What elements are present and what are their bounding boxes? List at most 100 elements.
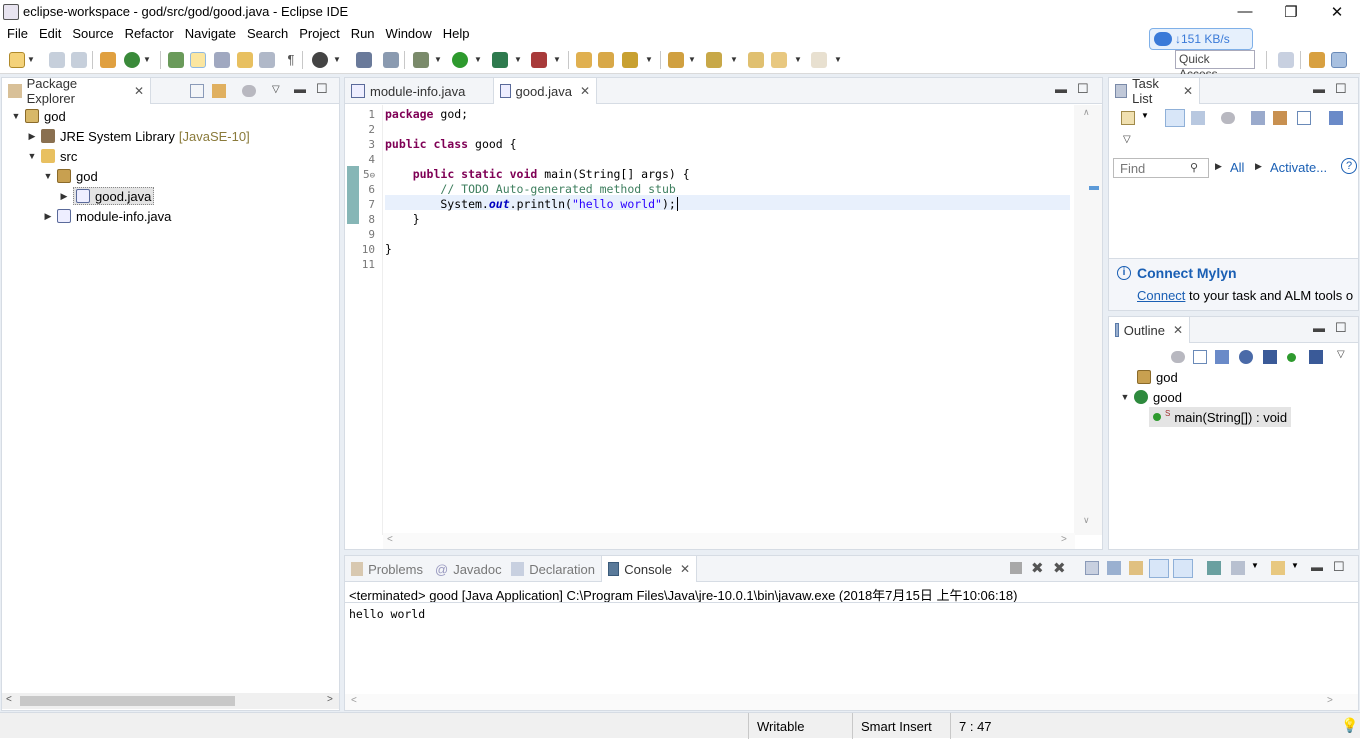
minimize-view-icon[interactable]: ▬ bbox=[1311, 560, 1323, 574]
save-all-icon[interactable] bbox=[71, 52, 87, 68]
profile-icon[interactable] bbox=[312, 52, 328, 68]
scroll-left-icon[interactable]: < bbox=[351, 695, 357, 706]
highlight-icon[interactable] bbox=[190, 52, 206, 68]
tree-project-god[interactable]: ▼ god bbox=[10, 106, 66, 126]
tree-file-good-java[interactable]: ▶ good.java bbox=[58, 186, 155, 206]
view-menu-icon[interactable]: ▽ bbox=[272, 84, 280, 95]
scroll-up-icon[interactable]: ∧ bbox=[1083, 107, 1090, 118]
tree-file-module-info[interactable]: ▶ module-info.java bbox=[42, 206, 172, 226]
menu-search[interactable]: Search bbox=[242, 26, 294, 41]
run-icon[interactable] bbox=[452, 52, 468, 68]
hide-local-types-icon[interactable] bbox=[1309, 350, 1323, 364]
outline-filter-icon[interactable] bbox=[1171, 351, 1185, 363]
new-icon[interactable] bbox=[9, 52, 25, 68]
remove-launch-icon[interactable]: ✖ bbox=[1031, 559, 1044, 577]
lightbulb-icon[interactable]: 💡 bbox=[1341, 717, 1358, 734]
vertical-scrollbar[interactable]: ∧ ∨ bbox=[1074, 105, 1102, 535]
show-on-stdout-icon[interactable] bbox=[1149, 559, 1169, 578]
pin-console-icon[interactable] bbox=[1207, 561, 1221, 575]
maximize-view-icon[interactable]: ☐ bbox=[316, 81, 328, 97]
scroll-right-icon[interactable]: > bbox=[1061, 534, 1067, 545]
display-console-dropdown-icon[interactable]: ▼ bbox=[1251, 561, 1259, 570]
tree-package-god[interactable]: ▼ god bbox=[42, 166, 98, 186]
collapse-tasks-icon[interactable] bbox=[1297, 111, 1311, 125]
tab-package-explorer[interactable]: Package Explorer ✕ bbox=[1, 76, 151, 106]
profile-dropdown-icon[interactable]: ▼ bbox=[333, 52, 341, 68]
open-perspective-icon[interactable] bbox=[1278, 52, 1294, 68]
minimize-view-icon[interactable]: ▬ bbox=[1313, 321, 1325, 335]
scroll-down-icon[interactable]: ∨ bbox=[1083, 515, 1090, 526]
debug-dropdown-icon[interactable]: ▼ bbox=[434, 52, 442, 68]
scroll-left-icon[interactable]: < bbox=[387, 534, 393, 545]
back-icon[interactable] bbox=[771, 52, 787, 68]
menu-refactor[interactable]: Refactor bbox=[120, 26, 180, 41]
tab-outline[interactable]: Outline ✕ bbox=[1108, 317, 1190, 343]
show-on-stderr-icon[interactable] bbox=[1173, 559, 1193, 578]
chevron-right-icon[interactable]: ▶ bbox=[58, 191, 70, 202]
hide-nonpublic-icon[interactable] bbox=[1287, 353, 1296, 362]
new-task-dropdown-icon[interactable]: ▼ bbox=[1141, 111, 1149, 120]
minimize-view-icon[interactable]: ▬ bbox=[294, 82, 306, 96]
connect-link[interactable]: Connect bbox=[1137, 288, 1185, 303]
scroll-left-icon[interactable]: < bbox=[6, 694, 12, 705]
editor-horizontal-scrollbar[interactable]: < > bbox=[383, 533, 1075, 549]
view-menu-icon[interactable]: ▽ bbox=[1123, 134, 1131, 145]
filters-icon[interactable] bbox=[242, 85, 256, 97]
next-edit-dropdown-icon[interactable]: ▼ bbox=[688, 52, 696, 68]
close-button[interactable]: ✕ bbox=[1314, 0, 1360, 23]
terminate-icon[interactable] bbox=[1010, 562, 1022, 574]
tree-src-folder[interactable]: ▼ src bbox=[26, 146, 78, 166]
new-java-class-icon[interactable] bbox=[124, 52, 140, 68]
debug-perspective-icon[interactable] bbox=[1309, 52, 1325, 68]
hide-fields-icon[interactable] bbox=[1239, 350, 1253, 364]
clear-console-icon[interactable] bbox=[1085, 561, 1099, 575]
scroll-lock-icon[interactable] bbox=[1107, 561, 1121, 575]
run-dropdown-icon[interactable]: ▼ bbox=[474, 52, 482, 68]
open-type-icon[interactable] bbox=[100, 52, 116, 68]
menu-source[interactable]: Source bbox=[67, 26, 119, 41]
menu-run[interactable]: Run bbox=[346, 26, 381, 41]
close-icon[interactable]: ✕ bbox=[680, 562, 690, 576]
external-tools-dropdown-icon[interactable]: ▼ bbox=[553, 52, 561, 68]
chevron-down-icon[interactable]: ▼ bbox=[1119, 392, 1131, 402]
block-selection-icon[interactable] bbox=[259, 52, 275, 68]
external-tools-icon[interactable] bbox=[531, 52, 547, 68]
help-icon[interactable]: ? bbox=[1341, 158, 1357, 174]
back-dropdown-icon[interactable]: ▼ bbox=[794, 52, 802, 68]
forward-dropdown-icon[interactable]: ▼ bbox=[834, 52, 842, 68]
outline-package-declaration[interactable]: god bbox=[1137, 367, 1178, 387]
link-editor-icon[interactable] bbox=[212, 84, 226, 98]
menu-navigate[interactable]: Navigate bbox=[180, 26, 242, 41]
show-whitespace-icon[interactable] bbox=[237, 52, 253, 68]
chevron-down-icon[interactable]: ▼ bbox=[10, 111, 22, 121]
debug-icon[interactable] bbox=[413, 52, 429, 68]
scroll-right-icon[interactable]: > bbox=[1327, 695, 1333, 706]
all-link[interactable]: All bbox=[1230, 160, 1244, 175]
open-console-icon[interactable] bbox=[1271, 561, 1285, 575]
filter-tasks-icon[interactable] bbox=[1221, 112, 1235, 124]
open-task-icon[interactable] bbox=[598, 52, 614, 68]
coverage-icon[interactable] bbox=[492, 52, 508, 68]
restore-button[interactable]: ❐ bbox=[1268, 0, 1314, 23]
menu-edit[interactable]: Edit bbox=[34, 26, 67, 41]
minimize-view-icon[interactable]: ▬ bbox=[1313, 82, 1325, 96]
categorized-icon[interactable] bbox=[1165, 109, 1185, 127]
scroll-right-icon[interactable]: > bbox=[327, 694, 333, 705]
toggle-mark-icon[interactable] bbox=[168, 52, 184, 68]
minimize-view-icon[interactable]: ▬ bbox=[1055, 82, 1067, 96]
tab-good-java[interactable]: good.java ✕ bbox=[493, 78, 597, 104]
word-wrap-icon[interactable] bbox=[1129, 561, 1143, 575]
console-icon[interactable] bbox=[356, 52, 372, 68]
menu-help[interactable]: Help bbox=[438, 26, 476, 41]
menu-window[interactable]: Window bbox=[381, 26, 438, 41]
tab-javadoc[interactable]: @ Javadoc bbox=[429, 556, 505, 582]
code-area[interactable]: 1 package god; 2 3 public class good { 4… bbox=[345, 105, 1075, 285]
hide-completed-icon[interactable] bbox=[1251, 111, 1265, 125]
console-output[interactable]: hello world bbox=[349, 607, 425, 621]
focus-icon[interactable] bbox=[1273, 111, 1287, 125]
skip-breakpoints-icon[interactable] bbox=[383, 52, 399, 68]
chevron-right-icon[interactable]: ▶ bbox=[26, 131, 38, 142]
outline-class-good[interactable]: ▼ good bbox=[1119, 387, 1182, 407]
save-icon[interactable] bbox=[49, 52, 65, 68]
open-folder-icon[interactable] bbox=[576, 52, 592, 68]
